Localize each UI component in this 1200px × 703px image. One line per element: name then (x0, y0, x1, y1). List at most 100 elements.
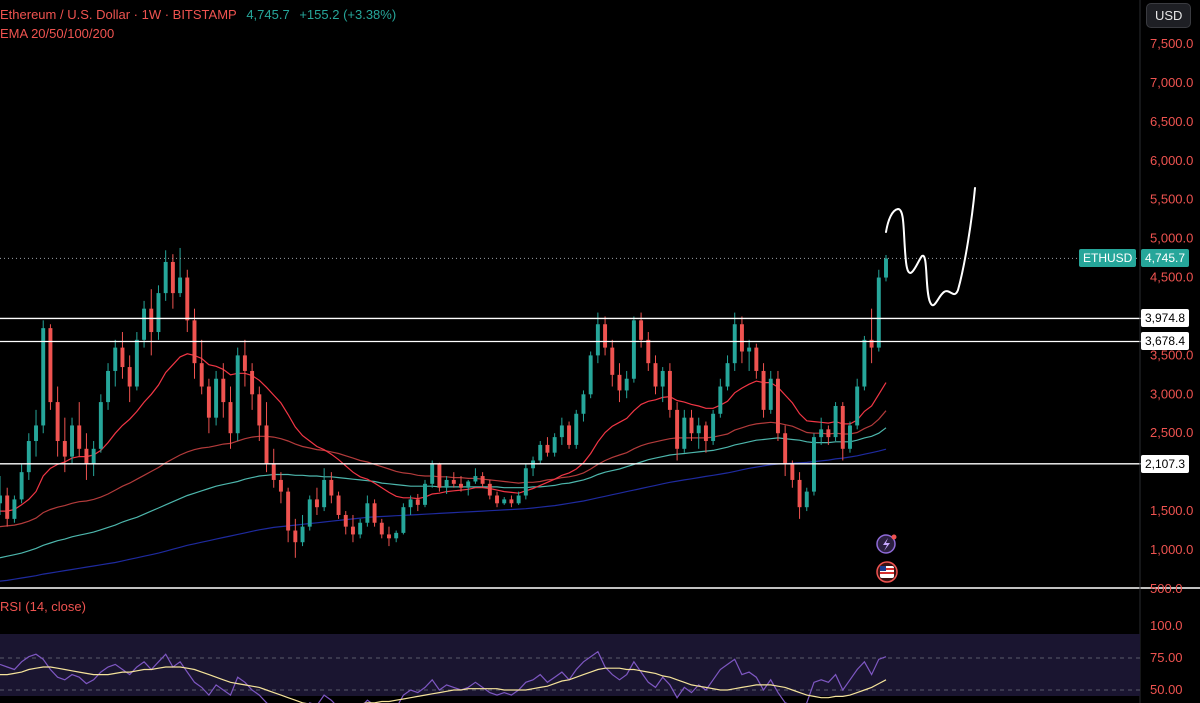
candle-body (250, 370, 255, 395)
candle-body (667, 370, 672, 410)
candle-body (185, 277, 190, 321)
candle-body (408, 499, 413, 508)
candle-body (41, 328, 46, 426)
candle-body (833, 405, 838, 438)
candle-body (343, 514, 348, 527)
price-tick-label: 6,000.0 (1150, 153, 1193, 168)
event-icons[interactable] (876, 534, 898, 583)
rsi-legend[interactable]: RSI (14, close) (0, 599, 92, 614)
price-axis-labels: 7,500.0 7,000.0 6,500.0 6,000.0 5,500.0 5,000… (1150, 36, 1193, 697)
symbol-label[interactable]: Ethereum / U.S. Dollar · 1W · BITSTAMP (0, 7, 237, 22)
candle-body (826, 429, 831, 438)
symbol-legend[interactable]: Ethereum / U.S. Dollar · 1W · BITSTAMP 4… (0, 7, 402, 22)
price-tick-label: 3,000.0 (1150, 386, 1193, 401)
candle-body (149, 308, 154, 333)
candle-body (631, 320, 636, 379)
candle-body (538, 444, 543, 461)
candle-body (502, 499, 507, 504)
candle-body (682, 417, 687, 449)
candle-body (156, 293, 161, 333)
candle-body (466, 481, 471, 488)
candle-body (5, 495, 10, 519)
price-chart[interactable]: 7,500.0 7,000.0 6,500.0 6,000.0 5,500.0 5,000… (0, 0, 1200, 703)
ema-indicator-label[interactable]: EMA 20/50/100/200 (0, 26, 114, 41)
price-tick-label: 5,000.0 (1150, 231, 1193, 246)
candle-body (98, 402, 103, 449)
price-tick-label: 5,500.0 (1150, 192, 1193, 207)
candle-body (595, 324, 600, 356)
candle-body (783, 433, 788, 465)
level-tag[interactable]: 2,107.3 (1141, 454, 1190, 473)
ema-legend[interactable]: EMA 20/50/100/200 (0, 26, 120, 41)
candle-body (487, 483, 492, 496)
candle-body (48, 328, 53, 403)
candle-body (689, 417, 694, 434)
candle-body (725, 363, 730, 387)
candle-body (113, 347, 118, 371)
candle-body (214, 378, 219, 418)
candle-body (739, 324, 744, 352)
candle-body (228, 402, 233, 434)
candle-body (617, 374, 622, 391)
candle-body (718, 386, 723, 414)
candle-body (134, 339, 139, 387)
price-change-value: +155.2 (+3.38%) (299, 7, 397, 22)
candle-body (567, 425, 572, 445)
candle-body (430, 464, 435, 484)
candle-body (286, 491, 291, 531)
candle-body (271, 464, 276, 480)
rsi-tick-label: 75.00 (1150, 650, 1183, 665)
candle-body (610, 347, 615, 375)
candle-body (365, 503, 370, 523)
candle-body (459, 483, 463, 488)
rsi-band (0, 634, 1140, 696)
rsi-indicator-label[interactable]: RSI (14, close) (0, 599, 86, 614)
candle-body (106, 370, 111, 403)
ema-lines (0, 353, 887, 582)
candle-body (12, 499, 17, 519)
candle-body (768, 378, 773, 410)
candle-body (307, 499, 312, 527)
candle-body (516, 495, 521, 504)
candle-body (206, 386, 211, 418)
candle-body (473, 476, 478, 482)
candle-body (34, 425, 38, 442)
candle-body (552, 437, 557, 453)
candle-body (350, 526, 355, 535)
candle-body (761, 370, 766, 410)
price-tick-label: 500.0 (1150, 581, 1183, 596)
candle-body (358, 522, 363, 535)
candle-body (62, 441, 67, 457)
candle-body (876, 277, 881, 348)
candle-body (840, 405, 845, 449)
candle-body (754, 347, 759, 371)
candle-body (300, 526, 305, 543)
horizontal-levels[interactable] (0, 317, 1146, 465)
candle-body (329, 479, 334, 496)
currency-button[interactable]: USD (1146, 3, 1192, 28)
level-tag[interactable]: 3,678.4 (1141, 332, 1190, 351)
candle-body (314, 499, 319, 508)
candle-body (19, 472, 24, 500)
candle-body (0, 495, 2, 504)
candle-body (509, 499, 514, 504)
candle-body (423, 483, 427, 505)
candle-body (732, 324, 737, 364)
candle-body (495, 495, 499, 504)
candle-body (603, 324, 608, 348)
candle-body (451, 479, 456, 484)
candle-body (221, 378, 226, 403)
candle-body (639, 320, 644, 340)
ema50-line (0, 410, 887, 528)
candle-body (372, 503, 377, 523)
level-tag[interactable]: 3,974.8 (1141, 309, 1190, 328)
candle-body (747, 347, 752, 352)
candle-body (394, 532, 399, 539)
candle-body (26, 441, 31, 473)
candle-body (242, 355, 247, 371)
last-price-value: 4,745.7 (246, 7, 290, 22)
candle-body (480, 476, 485, 484)
ema20-line (0, 353, 887, 512)
candle-body (862, 339, 867, 387)
candles (0, 247, 888, 558)
